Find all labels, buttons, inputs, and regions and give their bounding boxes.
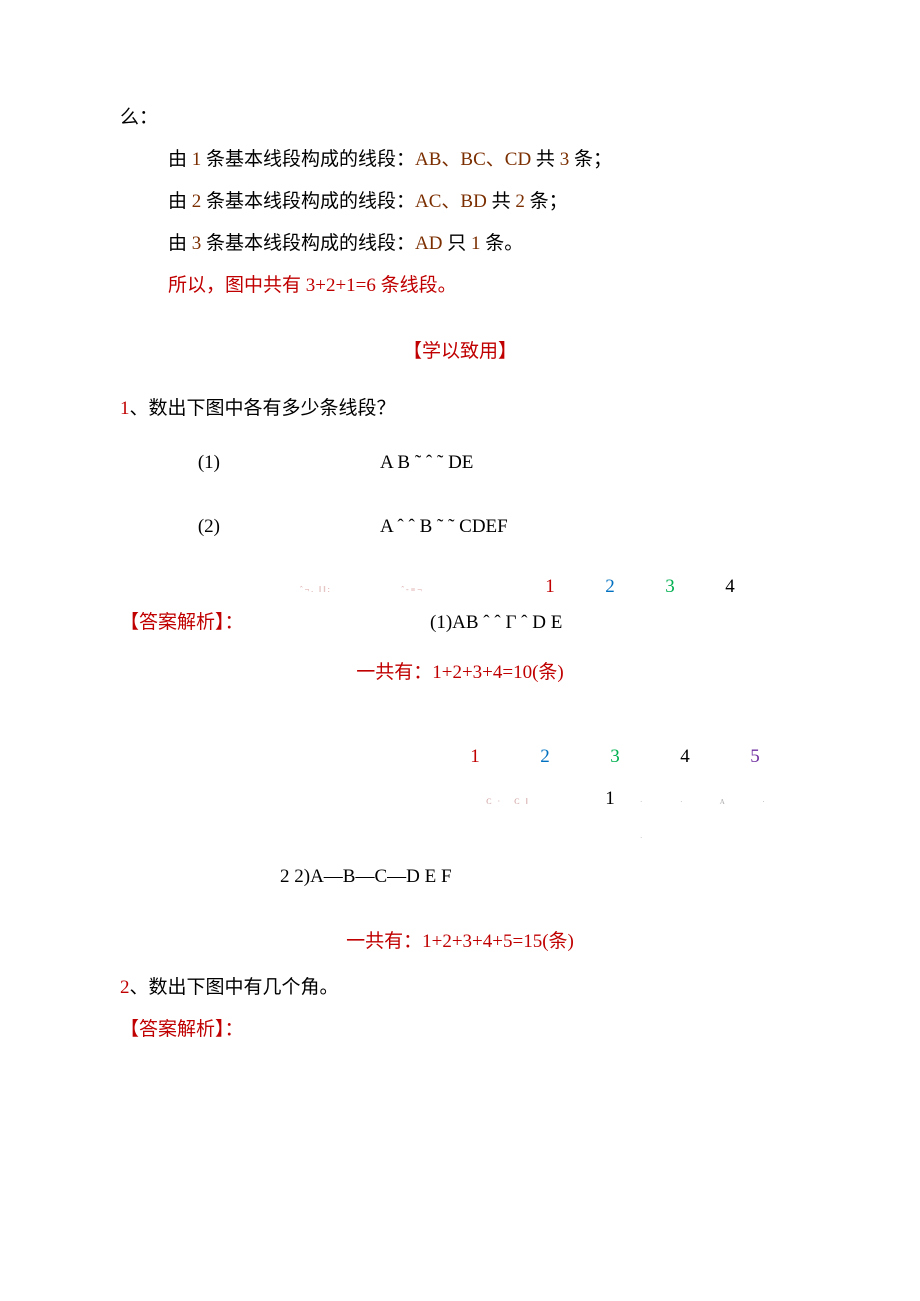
ans1-diagram: (1)AB ˆ ˆ Γ ˆ D E [260,605,800,641]
text: 条。 [481,233,524,254]
text: 由 [168,149,192,170]
q1-sub1-label: (1) [120,445,260,481]
segments: AD [415,233,442,254]
q2-number: 2 [120,977,130,998]
question-1: 1、数出下图中各有多少条线段？ [120,391,800,427]
text: 共 [531,149,560,170]
q1-sub1-row: (1) A B ˜ ˆ ˜ DE [120,445,800,481]
ans2-diagram-row: 2 2)A—B—C—D E F [120,859,800,895]
ans1-n2: 2 [580,569,640,605]
intro-line-1: 由 1 条基本线段构成的线段：AB、BC、CD 共 3 条； [120,142,800,178]
ans1-n4: 4 [700,569,760,605]
q2-sep: 、 [130,977,149,998]
q2-text: 数出下图中有几个角。 [149,977,339,998]
q1-sep: 、 [130,398,149,419]
q1-text: 数出下图中各有多少条线段？ [149,398,396,419]
q1-answer-row: ˆ¬. ‖‖: ˆ-≡¬ 1234 【答案解析】： (1)AB ˆ ˆ Γ ˆ … [120,569,800,641]
ans2-total: 一共有：1+2+3+4+5=15(条) [120,924,800,960]
num: 2 [192,191,202,212]
text: 只 [442,233,471,254]
text: 条； [525,191,568,212]
ans2-n3: 3 [580,739,650,775]
ans2-n1: 1 [440,739,510,775]
q1-sub2-row: (2) A ˆ ˆ B ˜ ˜ CDEF [120,509,800,545]
num: 3 [192,233,202,254]
segments: AC、BD [415,191,487,212]
text: 条； [569,149,612,170]
q2-answer-label: 【答案解析】： [120,1012,800,1048]
ans1-n1: 1 [520,569,580,605]
ans2-mid-one: 1 [580,781,640,817]
text: 由 [168,191,192,212]
section-title: 【学以致用】 [120,334,800,370]
q1-sub2-diagram: A ˆ ˆ B ˜ ˜ CDEF [260,509,800,545]
count: 1 [471,233,481,254]
deco-tiny-1: ˆ¬. ‖‖: [300,585,332,594]
q1-sub1-diagram: A B ˜ ˆ ˜ DE [260,445,800,481]
ans2-n2: 2 [510,739,580,775]
q1-number: 1 [120,398,130,419]
intro-line-3: 由 3 条基本线段构成的线段：AD 只 1 条。 [120,226,800,262]
text: 共 [487,191,516,212]
ans1-n3: 3 [640,569,700,605]
ans2-numbers-row: 12345 [120,739,800,775]
q1-sub2-label: (2) [120,509,260,545]
deco-tiny-3: C· C‖ [486,797,534,806]
ans2-n5: 5 [720,739,790,775]
text: 条基本线段构成的线段： [201,191,415,212]
q1-answer-label: 【答案解析】： [120,605,260,641]
intro-line-2: 由 2 条基本线段构成的线段：AC、BD 共 2 条； [120,184,800,220]
deco-ticks: · · A · · [640,798,783,842]
intro-conclusion: 所以，图中共有 3+2+1=6 条线段。 [120,268,800,304]
num: 1 [192,149,202,170]
ans1-total: 一共有：1+2+3+4=10(条) [120,655,800,691]
text: 条基本线段构成的线段： [201,149,415,170]
segments: AB、BC、CD [415,149,531,170]
deco-tiny-2: ˆ-≡¬ [401,585,423,594]
count: 2 [515,191,525,212]
count: 3 [560,149,570,170]
text: 由 [168,233,192,254]
question-2: 2、数出下图中有几个角。 [120,970,800,1006]
ans2-n4: 4 [650,739,720,775]
text: 条基本线段构成的线段： [201,233,415,254]
intro-fragment: 么： [120,100,800,136]
ans2-mid-row: C· C‖ 1 · · A · · [120,781,800,853]
